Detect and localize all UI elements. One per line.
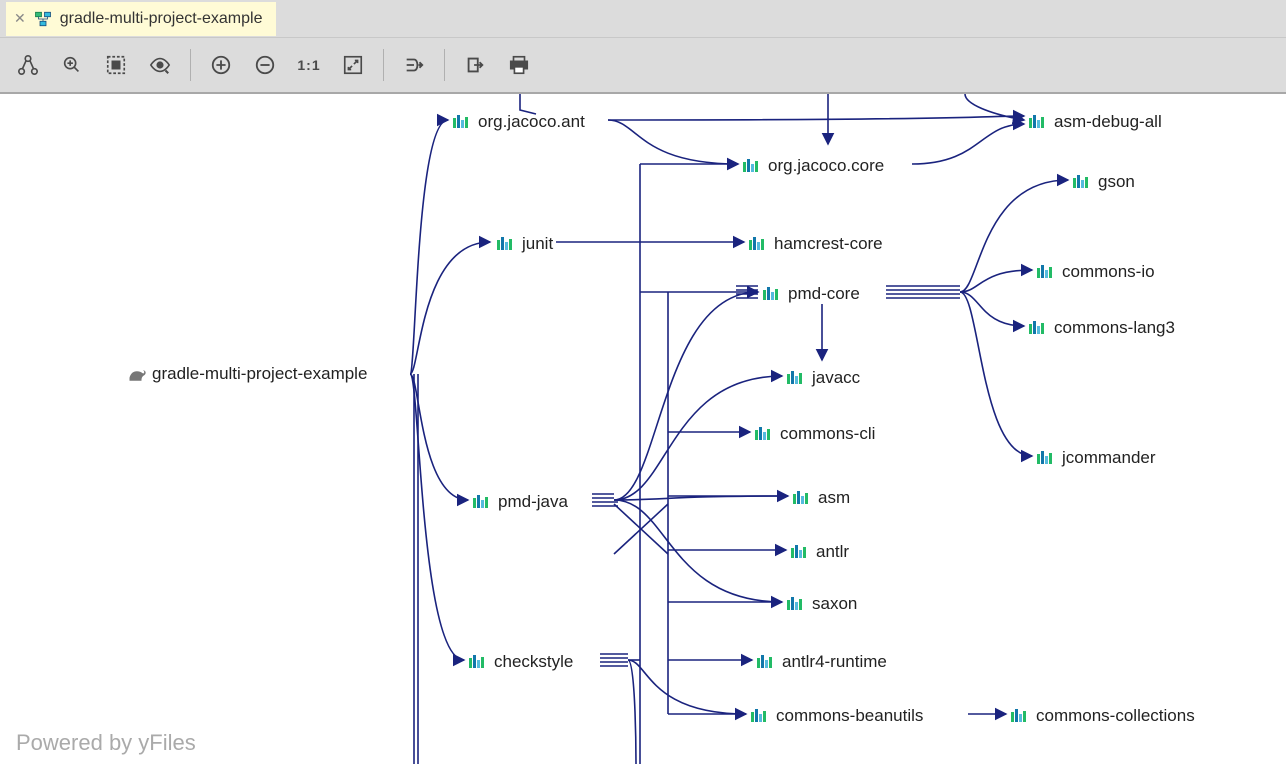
node-label: commons-io	[1062, 262, 1155, 282]
node-hamcrest[interactable]: hamcrest-core	[748, 234, 883, 254]
node-commons-collections[interactable]: commons-collections	[1010, 706, 1195, 726]
node-checkstyle[interactable]: checkstyle	[468, 652, 573, 672]
library-icon	[756, 654, 776, 670]
node-label: antlr4-runtime	[782, 652, 887, 672]
node-asm[interactable]: asm	[792, 488, 850, 508]
library-icon	[742, 158, 762, 174]
separator	[383, 49, 384, 81]
node-label: asm-debug-all	[1054, 112, 1162, 132]
node-label: commons-cli	[780, 424, 875, 444]
library-icon	[786, 596, 806, 612]
library-icon	[472, 494, 492, 510]
toolbar: 1:1	[0, 38, 1286, 94]
diagram-icon	[34, 10, 52, 28]
tab-bar: ✕ gradle-multi-project-example	[0, 0, 1286, 38]
diagram-canvas[interactable]: gradle-multi-project-example org.jacoco.…	[0, 94, 1286, 764]
library-icon	[762, 286, 782, 302]
library-icon	[792, 490, 812, 506]
library-icon	[786, 370, 806, 386]
node-label: gson	[1098, 172, 1135, 192]
visibility-button[interactable]	[140, 45, 180, 85]
zoom-out-button[interactable]	[245, 45, 285, 85]
separator	[444, 49, 445, 81]
node-label: hamcrest-core	[774, 234, 883, 254]
fit-content-button[interactable]	[333, 45, 373, 85]
export-button[interactable]	[455, 45, 495, 85]
node-jacoco-core[interactable]: org.jacoco.core	[742, 156, 884, 176]
node-label: pmd-java	[498, 492, 568, 512]
library-icon	[1036, 450, 1056, 466]
print-button[interactable]	[499, 45, 539, 85]
actual-size-button[interactable]: 1:1	[289, 45, 329, 85]
library-icon	[1036, 264, 1056, 280]
library-icon	[750, 708, 770, 724]
library-icon	[1010, 708, 1030, 724]
library-icon	[1072, 174, 1092, 190]
node-javacc[interactable]: javacc	[786, 368, 860, 388]
node-label: gradle-multi-project-example	[152, 364, 367, 384]
node-beanutils[interactable]: commons-beanutils	[750, 706, 923, 726]
library-icon	[790, 544, 810, 560]
node-label: junit	[522, 234, 553, 254]
node-saxon[interactable]: saxon	[786, 594, 857, 614]
library-icon	[468, 654, 488, 670]
show-paths-button[interactable]	[394, 45, 434, 85]
active-tab[interactable]: ✕ gradle-multi-project-example	[6, 2, 276, 36]
node-label: pmd-core	[788, 284, 860, 304]
library-icon	[754, 426, 774, 442]
node-label: org.jacoco.core	[768, 156, 884, 176]
node-label: checkstyle	[494, 652, 573, 672]
node-junit[interactable]: junit	[496, 234, 553, 254]
layout-button[interactable]	[8, 45, 48, 85]
library-icon	[452, 114, 472, 130]
node-label: org.jacoco.ant	[478, 112, 585, 132]
watermark: Powered by yFiles	[16, 730, 196, 756]
node-gson[interactable]: gson	[1072, 172, 1135, 192]
node-jacoco-ant[interactable]: org.jacoco.ant	[452, 112, 585, 132]
node-commons-cli[interactable]: commons-cli	[754, 424, 875, 444]
tab-title: gradle-multi-project-example	[60, 10, 263, 28]
node-commons-io[interactable]: commons-io	[1036, 262, 1155, 282]
node-pmd-java[interactable]: pmd-java	[472, 492, 568, 512]
library-icon	[1028, 320, 1048, 336]
node-asm-debug-all[interactable]: asm-debug-all	[1028, 112, 1162, 132]
node-label: commons-beanutils	[776, 706, 923, 726]
node-jcommander[interactable]: jcommander	[1036, 448, 1156, 468]
library-icon	[1028, 114, 1048, 130]
close-icon[interactable]: ✕	[14, 10, 26, 27]
node-label: javacc	[812, 368, 860, 388]
library-icon	[748, 236, 768, 252]
separator	[190, 49, 191, 81]
node-label: saxon	[812, 594, 857, 614]
node-label: asm	[818, 488, 850, 508]
node-label: commons-lang3	[1054, 318, 1175, 338]
node-label: commons-collections	[1036, 706, 1195, 726]
library-icon	[496, 236, 516, 252]
gradle-icon	[128, 367, 146, 381]
zoom-in-button[interactable]	[201, 45, 241, 85]
node-antlr4[interactable]: antlr4-runtime	[756, 652, 887, 672]
node-label: jcommander	[1062, 448, 1156, 468]
node-root[interactable]: gradle-multi-project-example	[128, 364, 367, 384]
selection-button[interactable]	[96, 45, 136, 85]
edges-layer	[0, 94, 1286, 764]
node-antlr[interactable]: antlr	[790, 542, 849, 562]
node-pmd-core[interactable]: pmd-core	[762, 284, 860, 304]
node-label: antlr	[816, 542, 849, 562]
node-commons-lang3[interactable]: commons-lang3	[1028, 318, 1175, 338]
find-root-button[interactable]	[52, 45, 92, 85]
